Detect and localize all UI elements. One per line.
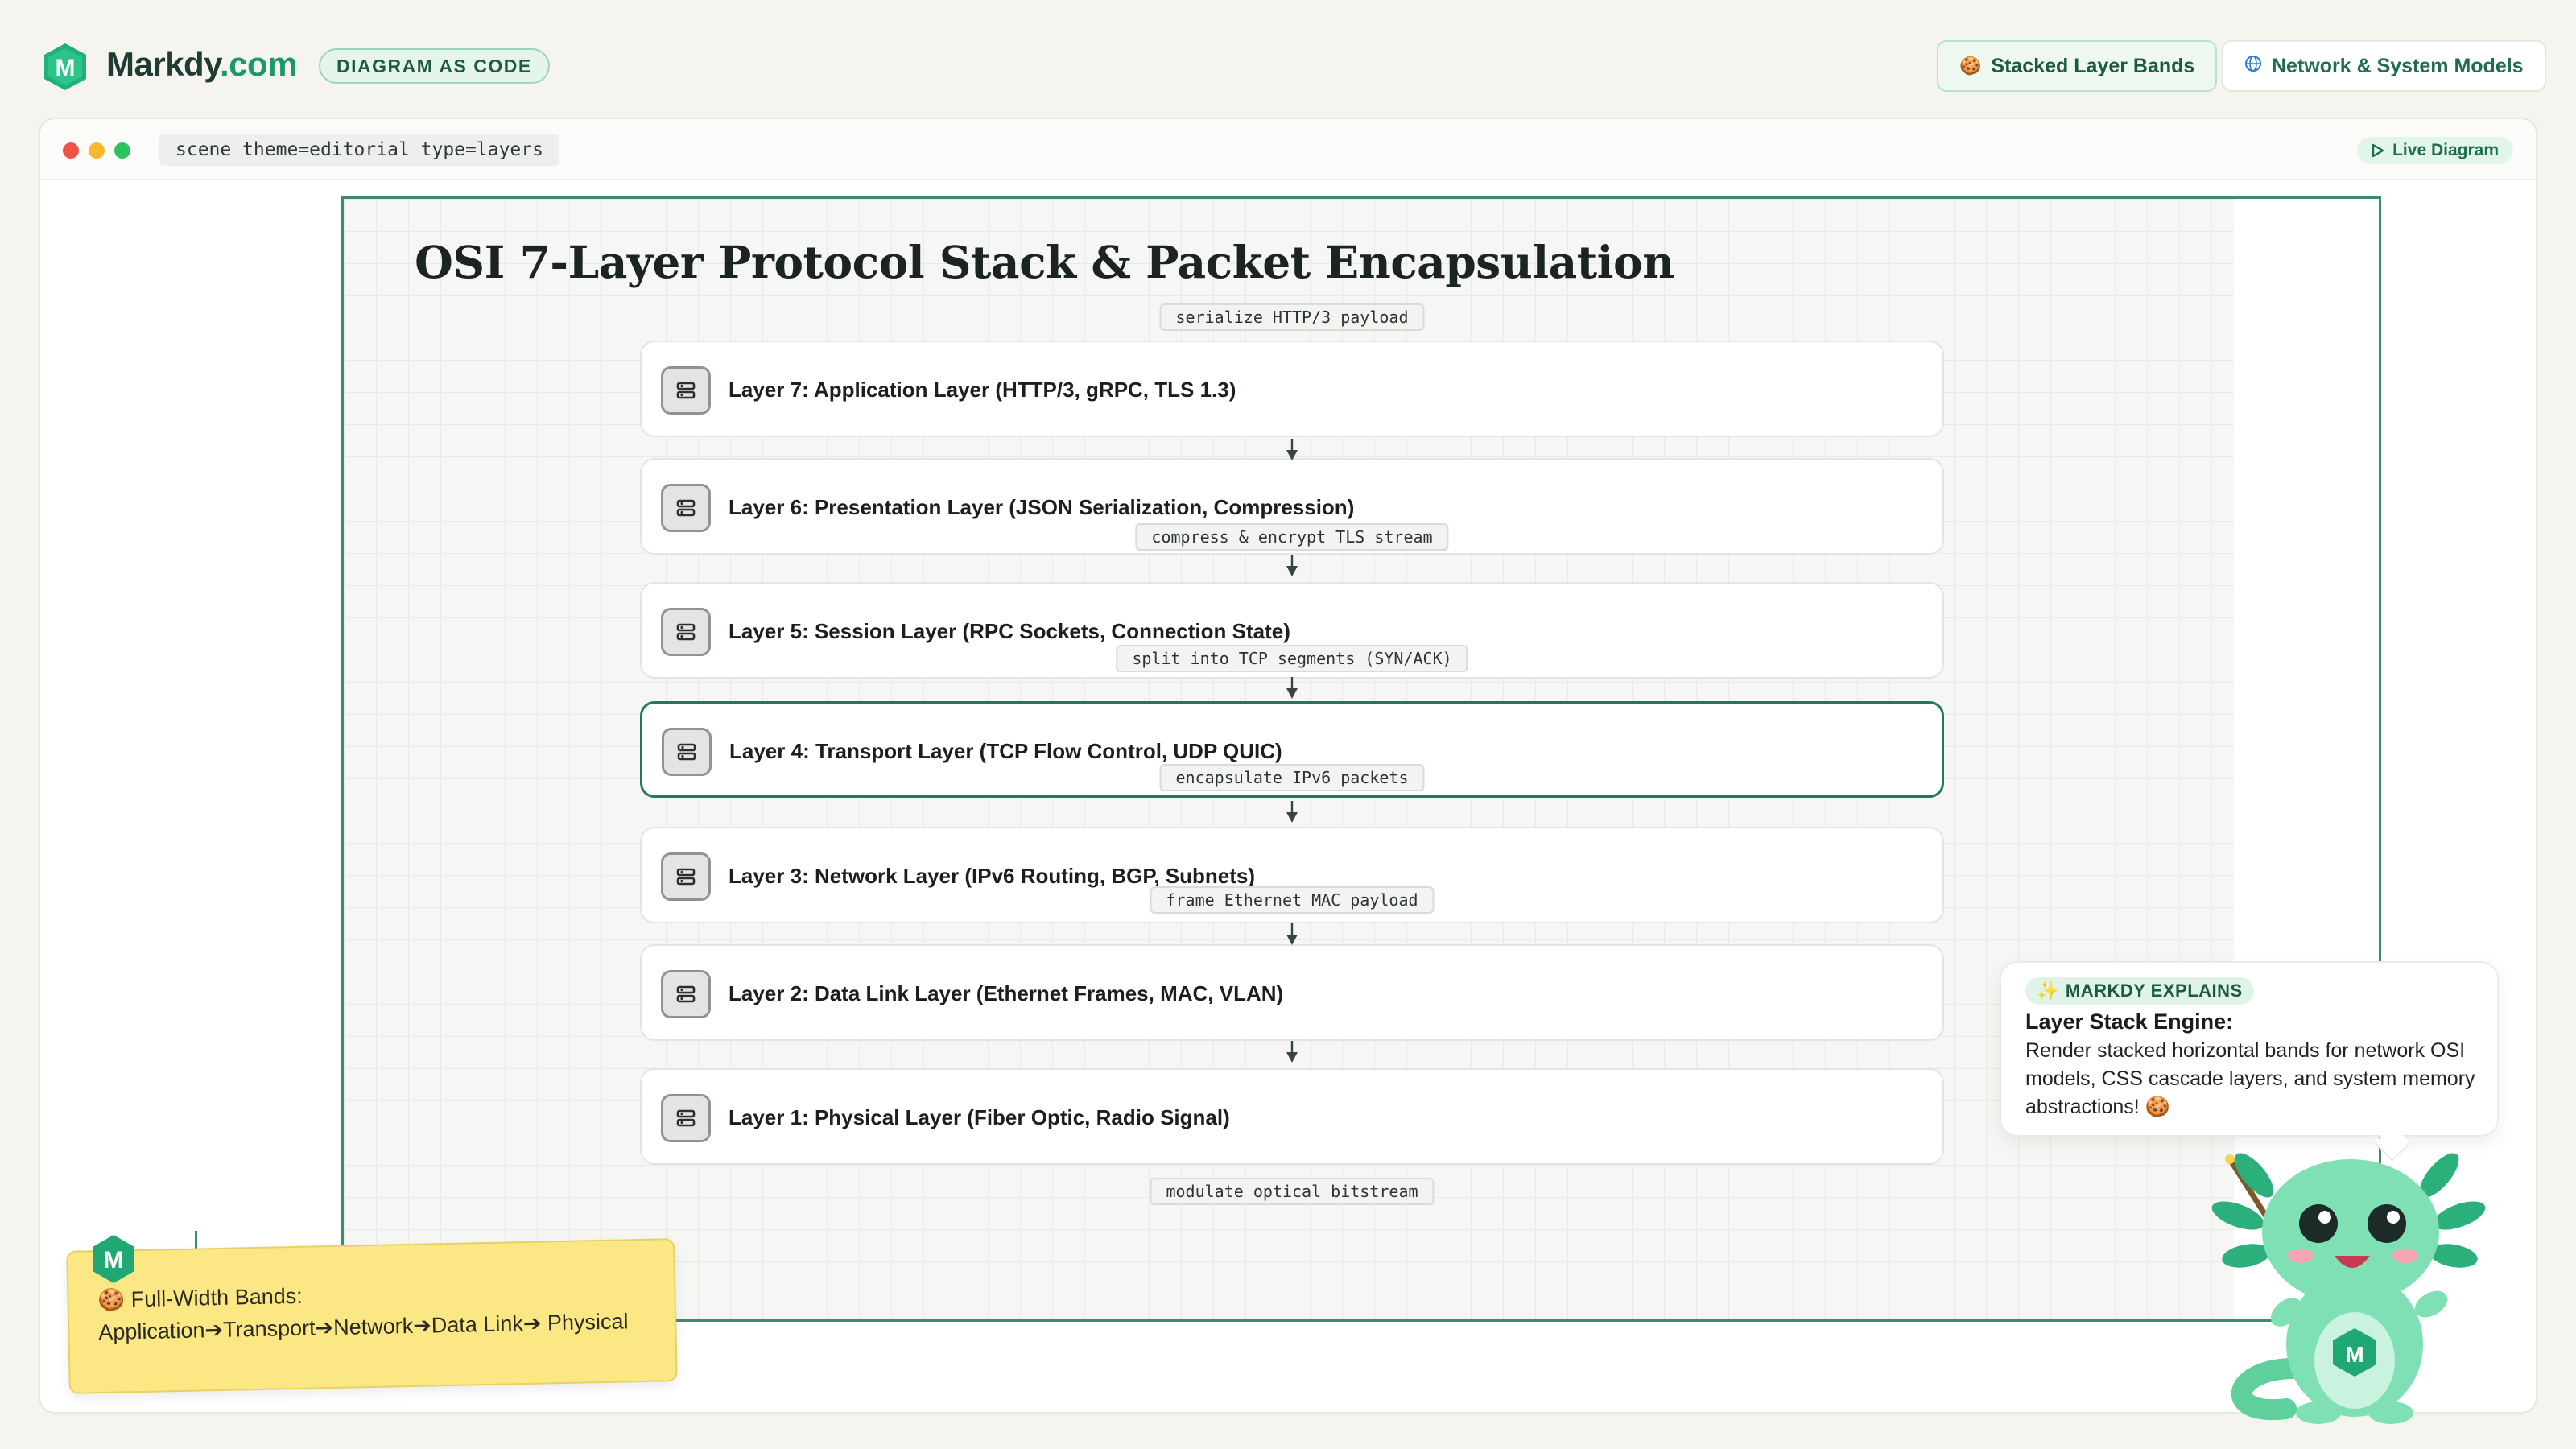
server-stack-icon — [661, 608, 711, 656]
minimize-window-dot[interactable] — [89, 142, 105, 159]
live-diagram-badge[interactable]: Live Diagram — [2357, 137, 2513, 164]
markdy-logo-icon[interactable]: M — [42, 42, 89, 92]
layer-label: Layer 4: Transport Layer (TCP Flow Contr… — [729, 739, 1282, 763]
edge-label: serialize HTTP/3 payload — [1159, 303, 1425, 331]
diagram-window: scene theme=editorial type=layers Live D… — [39, 118, 2537, 1414]
edge-label: split into TCP segments (SYN/ACK) — [1116, 645, 1468, 672]
layer-band[interactable]: Layer 1: Physical Layer (Fiber Optic, Ra… — [640, 1068, 1944, 1165]
down-arrow-icon — [1286, 439, 1298, 460]
layer-label: Layer 1: Physical Layer (Fiber Optic, Ra… — [729, 1105, 1230, 1129]
window-header: scene theme=editorial type=layers Live D… — [40, 119, 2536, 180]
layer-band[interactable]: Layer 2: Data Link Layer (Ethernet Frame… — [640, 944, 1944, 1041]
layer-label: Layer 2: Data Link Layer (Ethernet Frame… — [729, 981, 1284, 1005]
brand-name-suffix: .com — [219, 45, 298, 83]
sticky-note[interactable]: 🍪 Full-Width Bands: Application➔Transpor… — [66, 1238, 678, 1394]
cookie-icon: 🍪 — [1959, 56, 1982, 76]
down-arrow-icon — [1286, 923, 1298, 945]
nav-stacked-layer-bands[interactable]: 🍪 Stacked Layer Bands — [1937, 40, 2218, 92]
globe-icon — [2244, 55, 2262, 77]
brand-name[interactable]: Markdy.com — [106, 45, 297, 84]
nav-network-system-models[interactable]: Network & System Models — [2222, 40, 2546, 92]
close-window-dot[interactable] — [63, 142, 79, 159]
explain-body: Render stacked horizontal bands for netw… — [2025, 1039, 2475, 1118]
top-bar: M Markdy.com DIAGRAM AS CODE 🍪 Stacked L… — [0, 0, 2576, 121]
svg-text:M: M — [104, 1247, 124, 1274]
maximize-window-dot[interactable] — [114, 142, 130, 159]
server-stack-icon — [661, 852, 711, 901]
sticky-note-body: Full-Width Bands: Application➔Transport➔… — [98, 1283, 629, 1345]
edge-label: compress & encrypt TLS stream — [1135, 523, 1449, 551]
server-stack-icon — [661, 366, 711, 415]
server-stack-icon — [662, 728, 712, 776]
axolotl-mascot-icon: M — [2211, 1153, 2486, 1424]
down-arrow-icon — [1286, 555, 1298, 576]
sticky-note-text: 🍪 Full-Width Bands: Application➔Transpor… — [97, 1273, 646, 1348]
diagram-as-code-badge: DIAGRAM AS CODE — [319, 48, 550, 84]
server-stack-icon — [661, 1094, 711, 1142]
svg-text:M: M — [2345, 1342, 2363, 1367]
brand-name-main: Markdy — [106, 45, 220, 83]
layer-label: Layer 3: Network Layer (IPv6 Routing, BG… — [729, 864, 1256, 888]
play-icon — [2372, 143, 2384, 158]
scene-config: scene theme=editorial type=layers — [159, 134, 559, 166]
markdy-explains-tag: ✨ MARKDY EXPLAINS — [2025, 977, 2254, 1005]
edge-label: modulate optical bitstream — [1150, 1178, 1435, 1205]
nav-network-system-models-label: Network & System Models — [2272, 54, 2524, 77]
layer-label: Layer 5: Session Layer (RPC Sockets, Con… — [729, 619, 1290, 643]
nav-stacked-layer-bands-label: Stacked Layer Bands — [1991, 54, 2195, 77]
server-stack-icon — [661, 970, 711, 1018]
layer-label: Layer 7: Application Layer (HTTP/3, gRPC… — [729, 378, 1236, 402]
markdy-explains-label: MARKDY EXPLAINS — [2065, 980, 2243, 1001]
server-stack-icon — [661, 484, 711, 532]
down-arrow-icon — [1286, 1041, 1298, 1063]
sparkle-icon: ✨ — [2037, 980, 2059, 1001]
cookie-icon: 🍪 — [97, 1287, 126, 1313]
layer-band[interactable]: Layer 7: Application Layer (HTTP/3, gRPC… — [640, 341, 1944, 437]
diagram-canvas: OSI 7-Layer Protocol Stack & Packet Enca… — [341, 196, 2381, 1322]
markdy-badge-icon: M — [93, 1235, 134, 1283]
down-arrow-icon — [1286, 801, 1298, 823]
diagram-title: OSI 7-Layer Protocol Stack & Packet Enca… — [415, 236, 1674, 288]
svg-text:M: M — [56, 55, 76, 81]
down-arrow-icon — [1286, 677, 1298, 699]
markdy-explains-bubble: ✨ MARKDY EXPLAINS Layer Stack Engine: Re… — [2000, 961, 2499, 1137]
edge-label: frame Ethernet MAC payload — [1150, 886, 1435, 914]
explain-title: Layer Stack Engine: — [2025, 1009, 2234, 1034]
live-diagram-label: Live Diagram — [2392, 141, 2499, 159]
edge-label: encapsulate IPv6 packets — [1159, 764, 1425, 791]
layer-label: Layer 6: Presentation Layer (JSON Serial… — [729, 495, 1355, 519]
